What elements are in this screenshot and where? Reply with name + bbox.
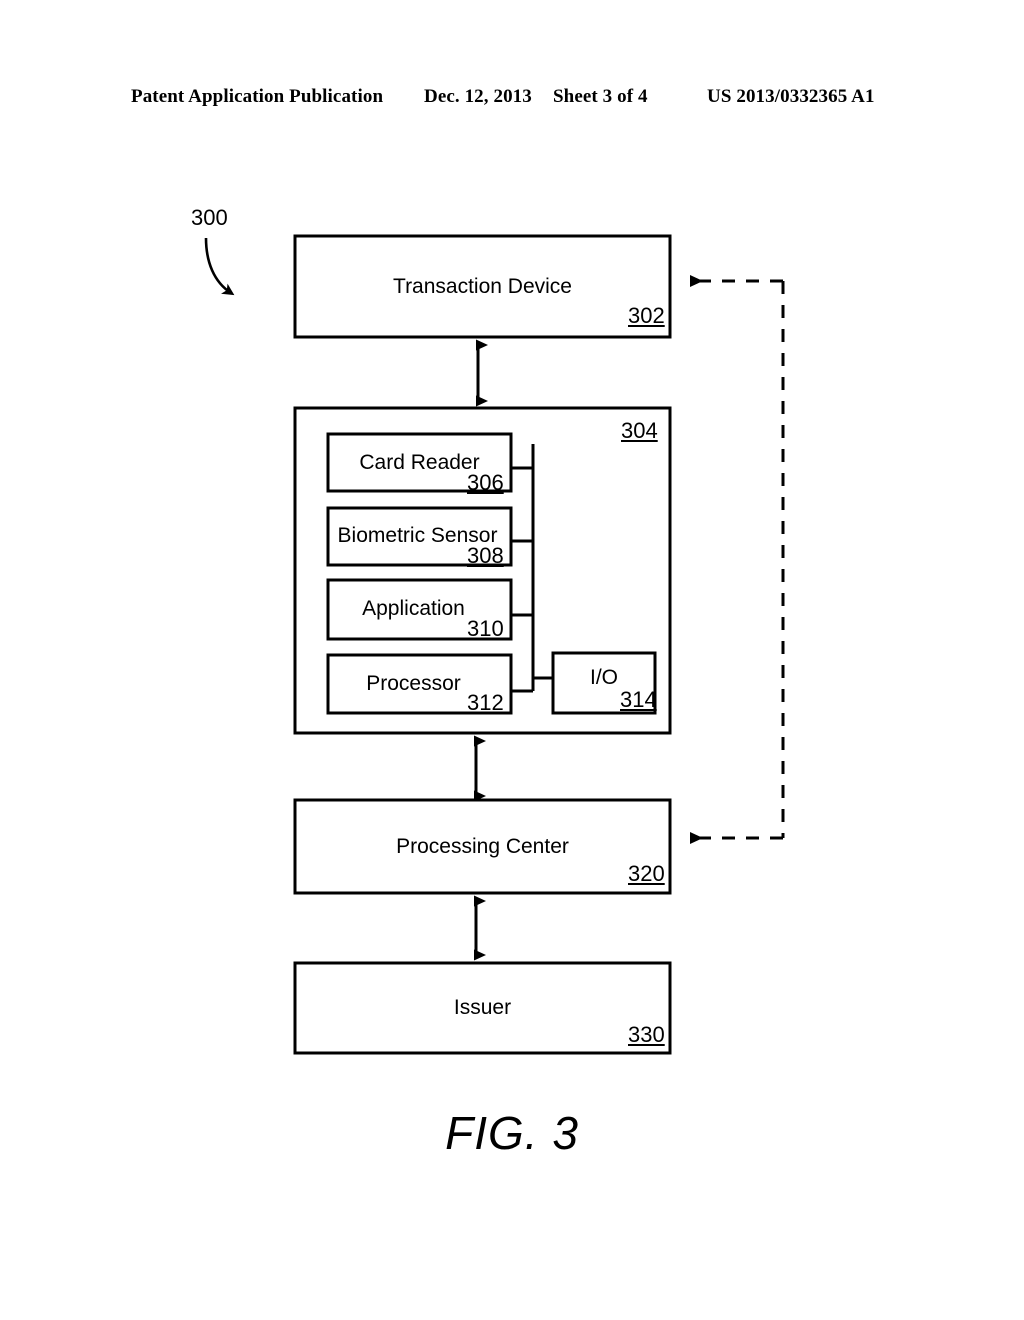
figure-caption: FIG. 3 — [445, 1107, 579, 1159]
issuer-label: Issuer — [453, 996, 512, 1019]
processor-refnum: 312 — [467, 690, 504, 715]
transaction-device-refnum: 302 — [628, 303, 665, 328]
transaction-device-label: Transaction Device — [393, 275, 572, 298]
system-callout-number: 300 — [191, 205, 228, 230]
connector-feedback-bus — [690, 275, 785, 844]
system-callout-arrow — [204, 237, 235, 296]
io-refnum: 314 — [620, 687, 657, 712]
figure-3-block-diagram: 300 Transaction Device 302 304 Card Read… — [0, 0, 1024, 1320]
application-refnum: 310 — [467, 616, 504, 641]
device-enclosure-refnum: 304 — [621, 418, 658, 443]
issuer-refnum: 330 — [628, 1022, 665, 1047]
biometric-sensor-refnum: 308 — [467, 543, 504, 568]
processing-center-label: Processing Center — [396, 835, 569, 858]
card-reader-refnum: 306 — [467, 470, 504, 495]
processing-center-refnum: 320 — [628, 861, 665, 886]
